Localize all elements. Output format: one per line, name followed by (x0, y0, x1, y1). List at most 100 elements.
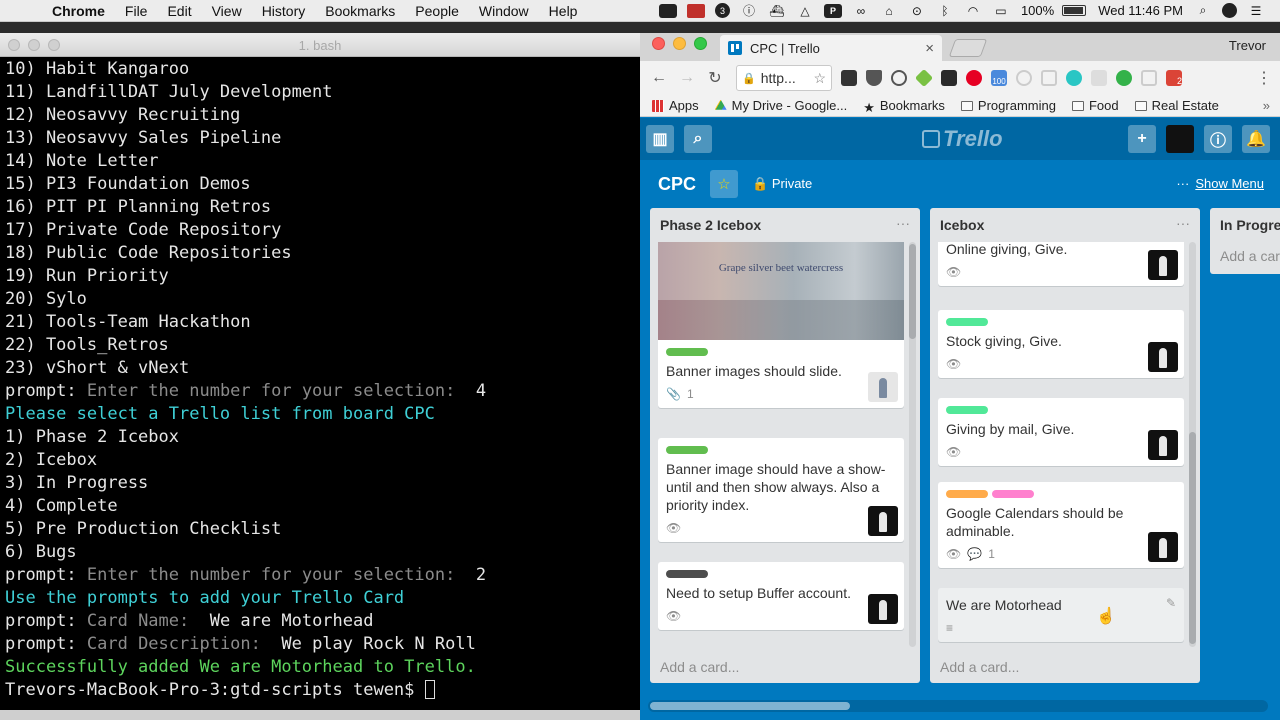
board-name[interactable]: CPC (658, 174, 696, 195)
spotlight-search-icon[interactable]: ⌕ (1194, 3, 1212, 18)
clock-extension-icon[interactable] (891, 70, 907, 86)
board-horizontal-scrollbar[interactable] (648, 700, 1268, 712)
menu-bookmarks[interactable]: Bookmarks (315, 0, 405, 22)
notifications-bell-icon[interactable]: 🔔 (1242, 125, 1270, 153)
airplay-icon[interactable]: ▭ (992, 4, 1010, 18)
card[interactable]: Banner image should have a show-until an… (658, 438, 904, 542)
card-label[interactable] (992, 490, 1034, 498)
bookmark-my-drive[interactable]: My Drive - Google... (714, 98, 847, 113)
edit-pencil-icon[interactable]: ✎ (1166, 596, 1176, 610)
menu-view[interactable]: View (202, 0, 252, 22)
glasses-icon[interactable]: ⊙ (908, 4, 926, 18)
card[interactable]: Online giving, Give. 👁 (938, 242, 1184, 286)
layers-extension-icon[interactable] (941, 70, 957, 86)
bookmark-star-icon[interactable]: ☆ (813, 70, 826, 87)
menu-help[interactable]: Help (539, 0, 588, 22)
box-extension-icon[interactable] (1141, 70, 1157, 86)
terminal-output[interactable]: 10) Habit Kangaroo 11) LandfillDAT July D… (5, 58, 636, 702)
three-icon[interactable]: 3 (714, 3, 730, 18)
list-icebox[interactable]: Icebox ··· Online giving, Give. 👁 Stock givi… (930, 208, 1200, 683)
tab-close-icon[interactable]: × (925, 40, 934, 57)
list-phase-2-icebox[interactable]: Phase 2 Icebox ··· Grape silver beet water… (650, 208, 920, 683)
docker-icon[interactable]: ⛴ (768, 4, 786, 18)
clock[interactable]: Wed 11:46 PM (1092, 3, 1189, 18)
home-icon[interactable]: ⌂ (880, 4, 898, 18)
p-app-icon[interactable]: P (823, 3, 842, 18)
member-avatar[interactable] (1148, 532, 1178, 562)
drive-icon[interactable]: △ (796, 4, 814, 18)
card-label[interactable] (666, 570, 708, 578)
tab-cpc-trello[interactable]: CPC | Trello × (720, 35, 942, 61)
circle-extension-icon[interactable] (1016, 70, 1032, 86)
info-circle-icon[interactable]: ⓘ (740, 4, 758, 18)
member-avatar[interactable] (1148, 430, 1178, 460)
star-board-icon[interactable]: ☆ (710, 170, 738, 198)
info-icon[interactable]: ⓘ (1204, 125, 1232, 153)
grammarly-extension-icon[interactable] (1116, 70, 1132, 86)
terminal-titlebar[interactable]: 1. bash (0, 33, 640, 57)
red-app-icon[interactable] (686, 3, 705, 18)
card-label[interactable] (946, 318, 988, 326)
pinterest-extension-icon[interactable] (966, 70, 982, 86)
card[interactable]: We are Motorhead ≡ ✎ (938, 588, 1184, 642)
shield-extension-icon[interactable] (1041, 70, 1057, 86)
scrollbar-thumb[interactable] (650, 702, 850, 710)
address-bar[interactable]: 🔒 http... ☆ (736, 65, 832, 91)
forward-arrow-icon[interactable]: → (676, 67, 698, 89)
reload-icon[interactable]: ↻ (704, 67, 726, 89)
list-menu-icon[interactable]: ··· (1176, 215, 1190, 231)
card-label[interactable] (946, 490, 988, 498)
show-menu-button[interactable]: ··· Show Menu (1176, 176, 1264, 191)
card[interactable]: Giving by mail, Give. 👁 (938, 398, 1184, 466)
siri-icon[interactable] (1222, 3, 1237, 18)
card[interactable]: Grape silver beet watercress Banner image… (658, 242, 904, 408)
bluetooth-icon[interactable]: ᛒ (936, 4, 954, 18)
bookmark-apps[interactable]: Apps (652, 98, 699, 113)
member-avatar[interactable] (868, 372, 898, 402)
bookmark-folder-programming[interactable]: Programming (960, 98, 1056, 113)
bookmark-folder-food[interactable]: Food (1071, 98, 1119, 113)
menu-edit[interactable]: Edit (157, 0, 201, 22)
pocket-extension-icon[interactable] (866, 70, 882, 86)
search-icon[interactable]: ⌕ (684, 125, 712, 153)
jb-extension-icon[interactable] (841, 70, 857, 86)
wifi-icon[interactable]: ◠ (964, 4, 982, 18)
close-window-icon[interactable] (652, 37, 665, 50)
menu-people[interactable]: People (405, 0, 469, 22)
card-label[interactable] (946, 406, 988, 414)
list-menu-icon[interactable]: ··· (896, 215, 910, 231)
list-scrollbar[interactable] (1189, 242, 1196, 647)
user-avatar[interactable] (1166, 125, 1194, 153)
screen-icon[interactable] (658, 3, 677, 18)
minimize-window-icon[interactable] (673, 37, 686, 50)
member-avatar[interactable] (1148, 250, 1178, 280)
add-card-button[interactable]: Add a card... (660, 659, 739, 675)
add-icon[interactable]: + (1128, 125, 1156, 153)
profile-button[interactable]: Trevor (1229, 38, 1266, 53)
card-label[interactable] (666, 348, 708, 356)
add-card-button[interactable]: Add a card... (1220, 248, 1280, 264)
card[interactable]: Stock giving, Give. 👁 (938, 310, 1184, 378)
list-in-progre[interactable]: In Progre Add a card... (1210, 208, 1280, 274)
list-scrollbar[interactable] (909, 242, 916, 647)
chrome-menu-icon[interactable]: ⋮ (1256, 68, 1272, 88)
zoom-window-icon[interactable] (694, 37, 707, 50)
card[interactable]: Need to setup Buffer account. 👁 (658, 562, 904, 630)
bookmark-bookmarks[interactable]: ★ Bookmarks (863, 98, 945, 115)
scrollbar-thumb[interactable] (1189, 432, 1196, 644)
menu-window[interactable]: Window (469, 0, 539, 22)
card[interactable]: Google Calendars should be adminable. 👁 💬 1 (938, 482, 1184, 568)
teal-extension-icon[interactable] (1066, 70, 1082, 86)
menu-history[interactable]: History (252, 0, 316, 22)
counter-extension-icon[interactable]: 100 (991, 70, 1007, 86)
gmail-extension-icon[interactable]: 2 (1166, 70, 1182, 86)
add-card-button[interactable]: Add a card... (940, 659, 1019, 675)
grey-extension-icon[interactable] (1091, 70, 1107, 86)
app-menu-chrome[interactable]: Chrome (42, 0, 115, 22)
creative-cloud-icon[interactable]: ∞ (852, 4, 870, 18)
menu-file[interactable]: File (115, 0, 158, 22)
battery-icon[interactable] (1062, 5, 1087, 16)
notification-center-icon[interactable]: ☰ (1247, 4, 1265, 18)
scrollbar-thumb[interactable] (909, 244, 916, 339)
trello-logo[interactable]: Trello (922, 126, 1003, 152)
